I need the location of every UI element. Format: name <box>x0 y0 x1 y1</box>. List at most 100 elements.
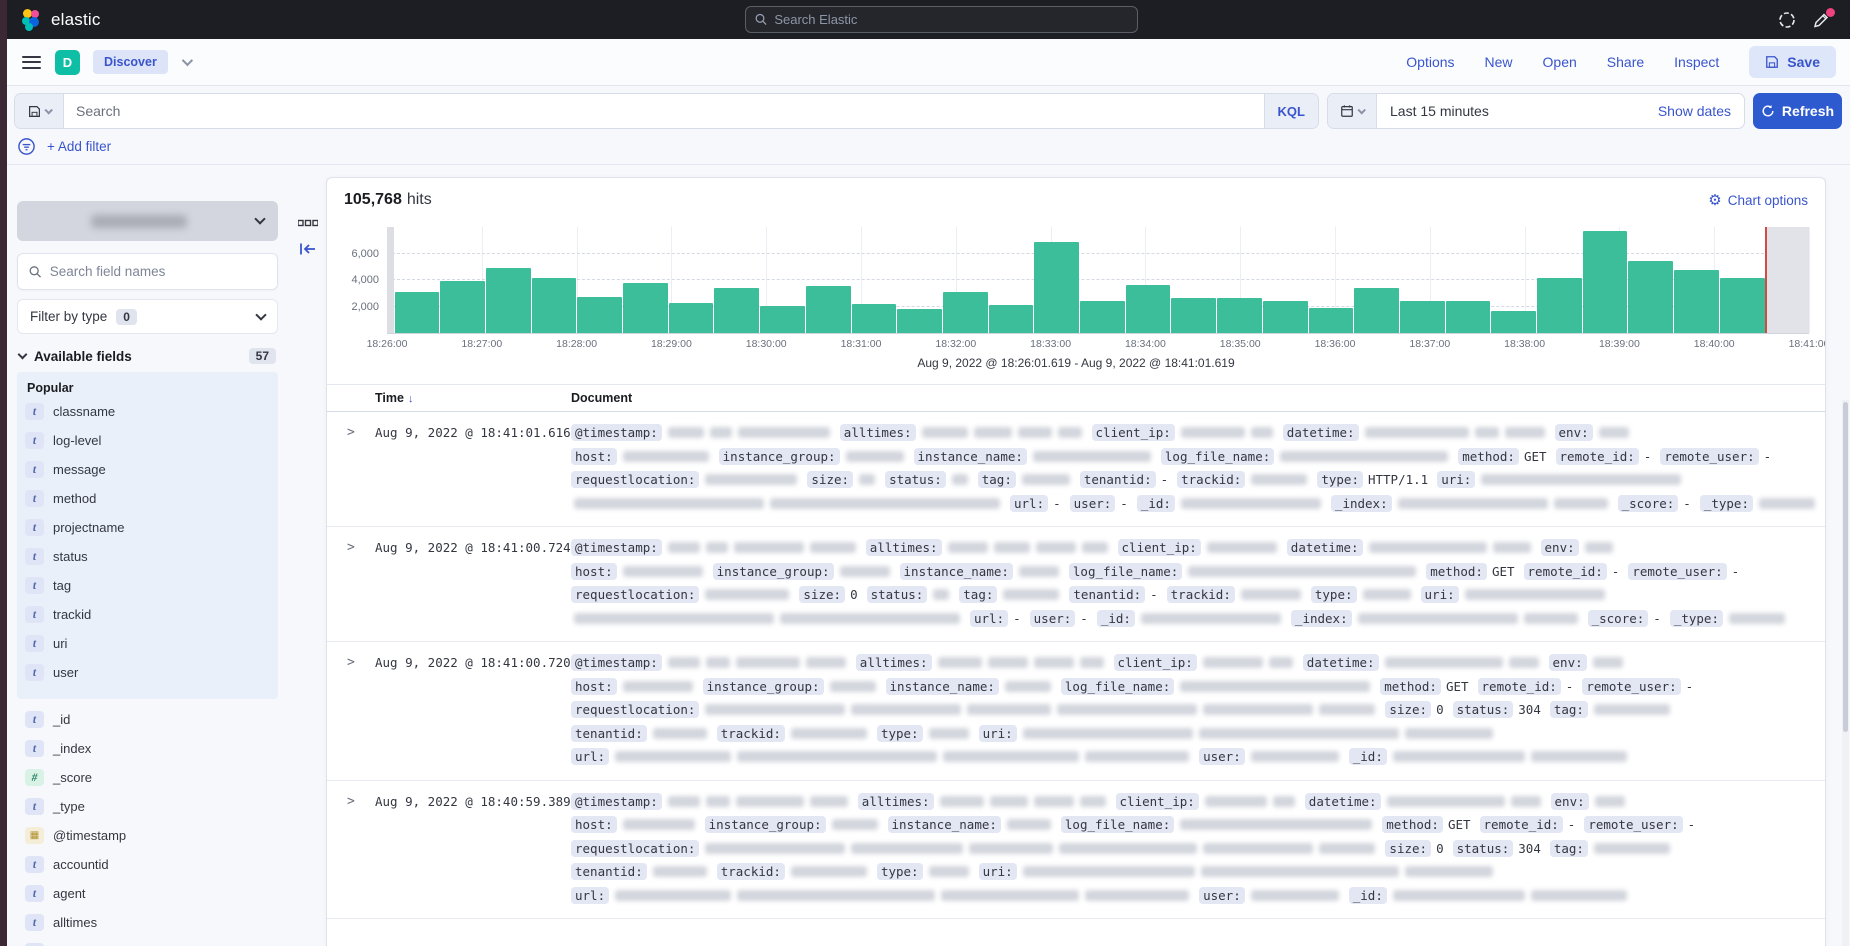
histogram-bar[interactable] <box>897 309 942 334</box>
field-badge[interactable]: remote_user: <box>1628 563 1726 580</box>
field-badge[interactable]: type: <box>1311 586 1357 603</box>
field-badge[interactable]: status: <box>885 471 946 488</box>
field-badge[interactable]: type: <box>1317 471 1363 488</box>
field-badge[interactable]: _id: <box>1097 610 1135 627</box>
field-badge[interactable]: size: <box>1385 840 1431 857</box>
field-badge[interactable]: instance_name: <box>914 448 1027 465</box>
field-badge[interactable]: @timestamp: <box>571 793 662 810</box>
field-badge[interactable]: _type: <box>1700 495 1753 512</box>
field-badge[interactable]: requestlocation: <box>571 471 699 488</box>
field-badge[interactable]: tenantid: <box>1069 586 1145 603</box>
chevron-down-icon[interactable] <box>182 55 193 66</box>
field-settings-icon[interactable] <box>298 219 318 227</box>
kql-language-button[interactable]: KQL <box>1264 94 1318 128</box>
field-badge[interactable]: _id: <box>1137 495 1175 512</box>
field-badge[interactable]: status: <box>1453 840 1514 857</box>
field-badge[interactable]: url: <box>970 610 1008 627</box>
field-item[interactable]: taccountid <box>25 850 270 879</box>
histogram-bar[interactable] <box>1354 288 1399 333</box>
histogram-bar[interactable] <box>1171 298 1216 333</box>
hits-histogram[interactable]: 2,0004,0006,000 18:26:0018:27:0018:28:00… <box>387 227 1809 334</box>
expand-row-button[interactable]: > <box>335 651 375 769</box>
histogram-bar[interactable] <box>989 305 1034 333</box>
field-badge[interactable]: instance_name: <box>900 563 1013 580</box>
field-badge[interactable]: requestlocation: <box>571 840 699 857</box>
field-badge[interactable]: uri: <box>979 725 1017 742</box>
histogram-bar[interactable] <box>943 292 988 333</box>
field-badge[interactable]: url: <box>1010 495 1048 512</box>
histogram-bar[interactable] <box>623 283 668 333</box>
field-item[interactable]: t_type <box>25 792 270 821</box>
search-query-input[interactable] <box>76 103 1252 119</box>
breadcrumb[interactable]: Discover <box>93 50 168 74</box>
filter-icon[interactable] <box>17 137 36 156</box>
field-badge[interactable]: trackid: <box>1167 586 1235 603</box>
field-badge[interactable]: _score: <box>1618 495 1679 512</box>
field-badge[interactable]: uri: <box>1421 586 1459 603</box>
field-search[interactable] <box>17 253 278 290</box>
histogram-bar[interactable] <box>714 288 759 333</box>
field-badge[interactable]: uri: <box>1437 471 1475 488</box>
options-link[interactable]: Options <box>1406 54 1454 70</box>
field-item[interactable]: tappname <box>25 937 270 946</box>
field-badge[interactable]: status: <box>1453 701 1514 718</box>
field-badge[interactable]: requestlocation: <box>571 701 699 718</box>
time-column-header[interactable]: Time↓ <box>375 391 571 405</box>
field-badge[interactable]: _index: <box>1331 495 1392 512</box>
field-badge[interactable]: remote_id: <box>1480 816 1563 833</box>
collapse-sidebar-icon[interactable] <box>299 241 317 257</box>
open-link[interactable]: Open <box>1543 54 1577 70</box>
show-dates-button[interactable]: Show dates <box>1645 94 1744 128</box>
field-badge[interactable]: client_ip: <box>1114 654 1197 671</box>
histogram-bar[interactable] <box>1080 301 1125 333</box>
scrollbar-thumb[interactable] <box>1843 402 1848 732</box>
data-view-selector[interactable] <box>17 201 278 241</box>
field-badge[interactable]: alltimes: <box>866 539 942 556</box>
field-badge[interactable]: datetime: <box>1303 654 1379 671</box>
histogram-bar[interactable] <box>1674 270 1719 333</box>
field-badge[interactable]: @timestamp: <box>571 654 662 671</box>
field-badge[interactable]: type: <box>877 863 923 880</box>
field-badge[interactable]: instance_group: <box>705 816 826 833</box>
histogram-bar[interactable] <box>1446 301 1491 333</box>
expand-row-button[interactable]: > <box>335 421 375 515</box>
newsfeed-icon[interactable] <box>1814 11 1832 29</box>
field-search-input[interactable] <box>50 264 266 279</box>
histogram-bar[interactable] <box>760 306 805 333</box>
field-badge[interactable]: alltimes: <box>840 424 916 441</box>
field-badge[interactable]: @timestamp: <box>571 424 662 441</box>
field-badge[interactable]: tag: <box>1550 701 1588 718</box>
histogram-bar[interactable] <box>1309 308 1354 333</box>
field-badge[interactable]: remote_id: <box>1524 563 1607 580</box>
field-badge[interactable]: log_file_name: <box>1069 563 1182 580</box>
field-badge[interactable]: status: <box>867 586 928 603</box>
field-badge[interactable]: size: <box>799 586 845 603</box>
expand-row-button[interactable]: > <box>335 790 375 908</box>
field-badge[interactable]: instance_group: <box>719 448 840 465</box>
histogram-bar[interactable] <box>1491 311 1536 333</box>
field-badge[interactable]: method: <box>1426 563 1487 580</box>
field-badge[interactable]: user: <box>1199 887 1245 904</box>
histogram-bar[interactable] <box>669 303 714 333</box>
field-badge[interactable]: url: <box>571 887 609 904</box>
time-range-value[interactable]: Last 15 minutes <box>1377 94 1645 128</box>
field-item[interactable]: #_score <box>25 763 270 792</box>
field-badge[interactable]: size: <box>807 471 853 488</box>
histogram-bar[interactable] <box>486 268 531 333</box>
field-badge[interactable]: _id: <box>1349 748 1387 765</box>
field-badge[interactable]: client_ip: <box>1116 793 1199 810</box>
histogram-bar[interactable] <box>1263 301 1308 333</box>
share-link[interactable]: Share <box>1607 54 1644 70</box>
filter-by-type[interactable]: Filter by type 0 <box>17 299 278 334</box>
global-search[interactable] <box>745 6 1138 33</box>
histogram-bar[interactable] <box>852 304 897 333</box>
histogram-bar[interactable] <box>1217 298 1262 333</box>
refresh-button[interactable]: Refresh <box>1753 93 1842 129</box>
field-badge[interactable]: tenantid: <box>571 725 647 742</box>
expand-row-button[interactable]: > <box>335 536 375 630</box>
field-badge[interactable]: instance_name: <box>886 678 999 695</box>
date-picker-menu-button[interactable] <box>1328 94 1377 128</box>
field-badge[interactable]: instance_name: <box>888 816 1001 833</box>
field-item[interactable]: tagent <box>25 879 270 908</box>
field-badge[interactable]: user: <box>1199 748 1245 765</box>
